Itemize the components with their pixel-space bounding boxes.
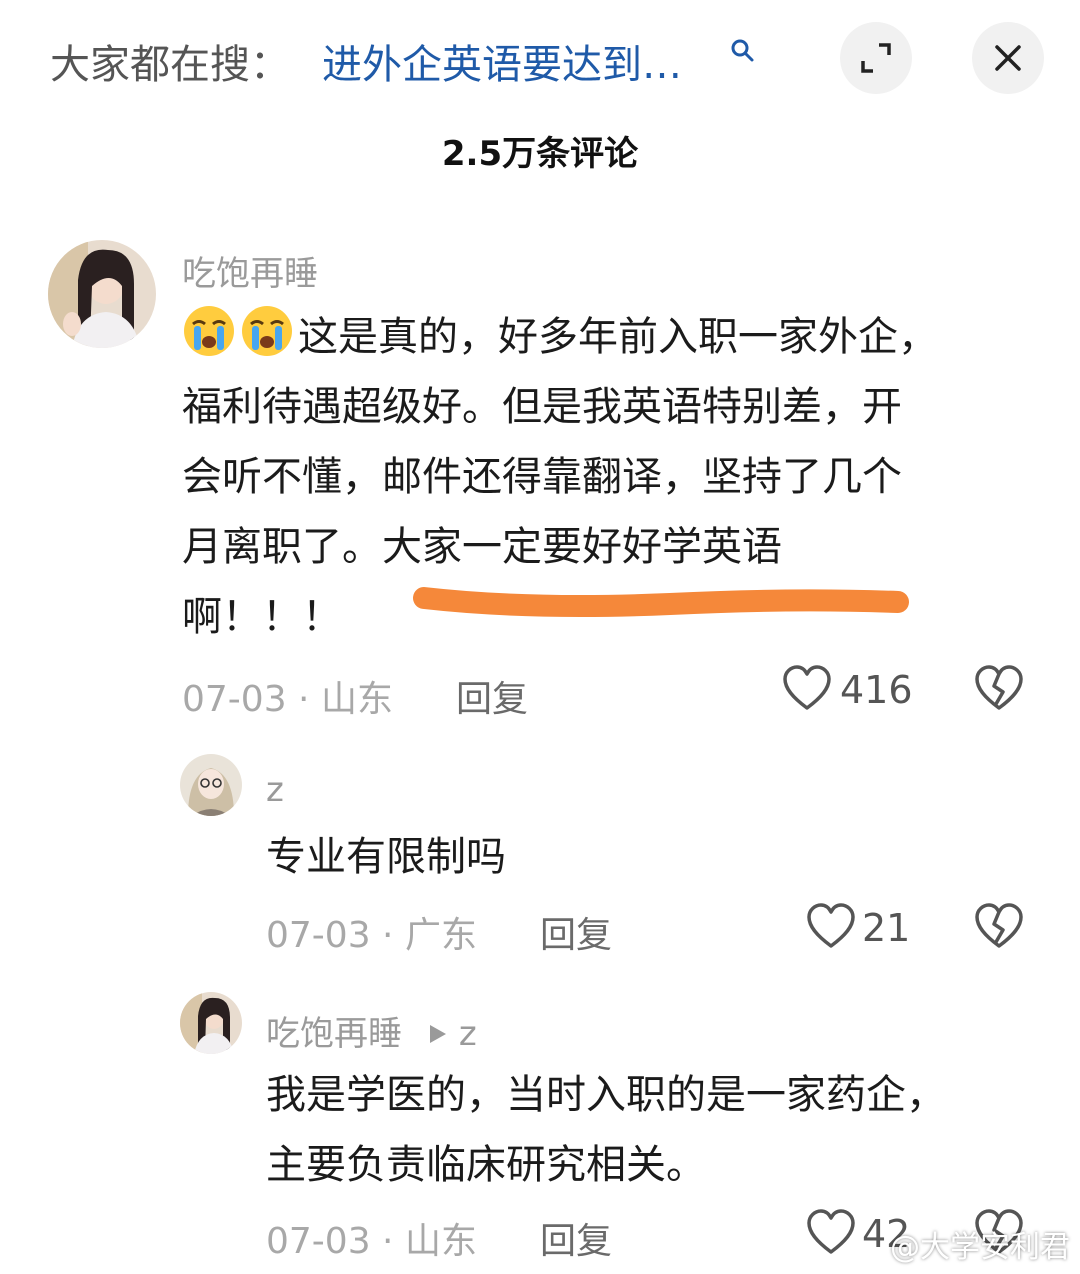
- comment-username[interactable]: 吃饱再睡: [182, 246, 318, 295]
- comment-line: 主要负责临床研究相关。: [266, 1142, 706, 1188]
- user-avatar-image: [180, 754, 242, 816]
- like-count: 416: [840, 668, 913, 712]
- comment-line: 这是真的，好多年前入职一家外企，: [182, 302, 1042, 372]
- crying-emoji-icon: [242, 306, 292, 356]
- like-heart-icon[interactable]: [806, 1208, 856, 1256]
- comment-meta: 07-03 · 山东: [182, 670, 393, 722]
- close-icon: [995, 45, 1021, 71]
- comment-line: 月离职了。大家一定要好好学英语: [182, 524, 782, 570]
- reply-username: 吃饱再睡 z: [266, 1006, 477, 1055]
- search-suggestion-link[interactable]: 进外企英语要达到…: [322, 32, 682, 90]
- like-count: 21: [862, 906, 911, 950]
- highlight-underline-stroke: [413, 587, 909, 617]
- reply-button[interactable]: 回复: [540, 1212, 612, 1264]
- meta-separator: ·: [370, 1221, 405, 1262]
- dislike-broken-heart-icon[interactable]: [974, 664, 1024, 712]
- meta-separator: ·: [370, 915, 405, 956]
- dislike-broken-heart-icon[interactable]: [974, 902, 1024, 950]
- reply-location: 广东: [404, 915, 477, 956]
- reply-date: 07-03: [266, 1221, 371, 1262]
- comment-date: 07-03: [182, 679, 287, 720]
- crying-emoji-icon: [184, 306, 234, 356]
- reply-location: 山东: [404, 1221, 477, 1262]
- user-avatar-image: [48, 240, 156, 348]
- avatar[interactable]: [180, 992, 242, 1054]
- reply-button[interactable]: 回复: [456, 670, 528, 722]
- reply-body: 我是学医的，当时入职的是一家药企， 主要负责临床研究相关。: [266, 1060, 1046, 1200]
- comment-line: 我是学医的，当时入职的是一家药企，: [266, 1072, 946, 1118]
- reply-date: 07-03: [266, 915, 371, 956]
- reply-arrow-icon: [429, 1025, 446, 1043]
- collapse-icon: [861, 43, 891, 73]
- collapse-button[interactable]: [840, 22, 912, 94]
- like-heart-icon[interactable]: [782, 664, 832, 712]
- comment-line-text: 这是真的，好多年前入职一家外企，: [298, 314, 938, 360]
- reply-author[interactable]: 吃饱再睡: [266, 1014, 402, 1054]
- avatar[interactable]: [180, 754, 242, 816]
- meta-separator: ·: [286, 679, 321, 720]
- reply-meta: 07-03 · 山东: [266, 1212, 477, 1264]
- avatar[interactable]: [48, 240, 156, 348]
- comment-line: 福利待遇超级好。但是我英语特别差，开: [182, 384, 902, 430]
- reply-button[interactable]: 回复: [540, 906, 612, 958]
- reply-body: 专业有限制吗: [266, 834, 506, 880]
- watermark: @大学安利君: [890, 1230, 1070, 1265]
- reply-username[interactable]: z: [266, 770, 284, 810]
- comment-line: 会听不懂，邮件还得靠翻译，坚持了几个: [182, 454, 902, 500]
- reply-meta: 07-03 · 广东: [266, 906, 477, 958]
- comment-count-title: 2.5万条评论: [441, 134, 639, 174]
- comment-location: 山东: [320, 679, 393, 720]
- reply-to-user[interactable]: z: [459, 1014, 477, 1054]
- like-heart-icon[interactable]: [806, 902, 856, 950]
- user-avatar-image: [180, 992, 242, 1054]
- search-prefix-label: 大家都在搜：: [50, 42, 290, 88]
- close-button[interactable]: [972, 22, 1044, 94]
- search-icon[interactable]: [730, 38, 756, 64]
